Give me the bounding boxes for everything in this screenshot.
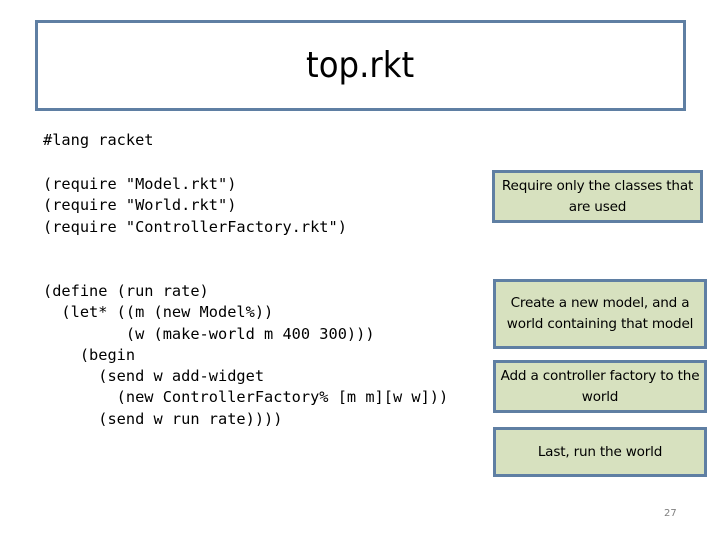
code-line-lang: #lang racket <box>43 131 154 149</box>
code-line: (let* ((m (new Model%)) <box>43 303 274 322</box>
note-create-model-text: Create a new model, and a world containi… <box>506 295 694 332</box>
title-box: top.rkt <box>35 20 686 111</box>
code-line: (send w add-widget <box>43 367 265 386</box>
require-block: (require "Model.rkt") (require "World.rkt… <box>43 174 347 238</box>
slide-number: 27 <box>664 508 677 519</box>
note-require-text: Require only the classes that are used <box>501 177 694 215</box>
code-line: (new ControllerFactory% [m m][w w])) <box>43 388 449 407</box>
code-line: (send w run rate)))) <box>43 409 283 428</box>
note-add-controller: Add a controller factory to the world <box>493 360 707 413</box>
slide-title: top.rkt <box>306 45 415 86</box>
note-run-world-text: Last, run the world <box>537 443 663 460</box>
code-line-require: (require "ControllerFactory.rkt") <box>43 217 347 236</box>
code-line: (define (run rate) <box>43 282 209 300</box>
code-line: (begin <box>43 345 136 364</box>
lang-line-block: #lang racket <box>43 130 154 151</box>
code-line-require: (require "World.rkt") <box>43 196 237 215</box>
note-create-model: Create a new model, and a world containi… <box>493 279 707 349</box>
code-line: (w (make-world m 400 300))) <box>43 324 375 343</box>
define-block: (define (run rate) (let* ((m (new Model%… <box>43 281 448 430</box>
code-line-require: (require "Model.rkt") <box>43 175 237 193</box>
note-run-world: Last, run the world <box>493 427 707 477</box>
note-add-controller-text: Add a controller factory to the world <box>500 367 700 405</box>
note-require: Require only the classes that are used <box>492 170 703 223</box>
